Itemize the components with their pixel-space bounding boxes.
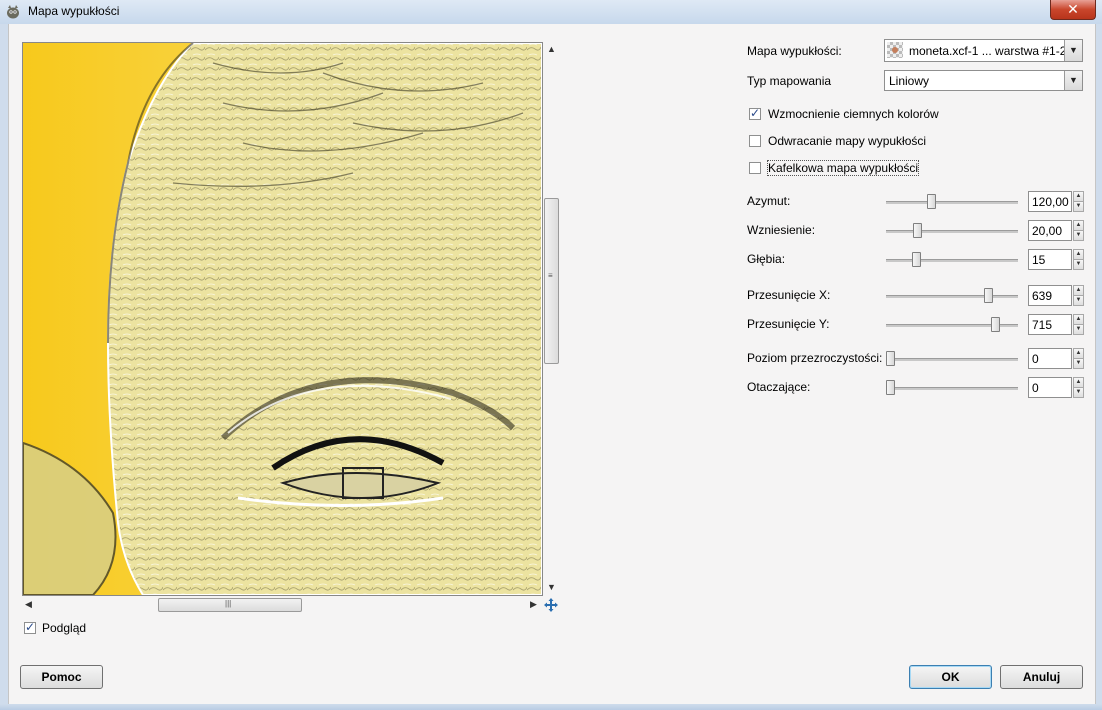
waterlevel-slider-handle[interactable]	[886, 351, 895, 366]
offset-y-label: Przesunięcie Y:	[747, 317, 830, 331]
ambient-slider[interactable]	[886, 387, 1018, 390]
close-button[interactable]: ✕	[1050, 0, 1096, 20]
depth-spin-buttons[interactable]: ▲ ▼	[1073, 249, 1084, 270]
invert-bumpmap-checkbox[interactable]	[749, 135, 761, 147]
chevron-down-icon[interactable]: ▼	[1064, 71, 1082, 90]
spin-down-icon[interactable]: ▼	[1073, 387, 1084, 398]
spin-down-icon[interactable]: ▼	[1073, 358, 1084, 369]
tile-bumpmap-checkbox[interactable]	[749, 162, 761, 174]
depth-slider-handle[interactable]	[912, 252, 922, 267]
offset-x-slider-handle[interactable]	[984, 288, 994, 303]
depth-value: 15	[1032, 253, 1046, 267]
azimuth-value: 120,00	[1032, 195, 1069, 209]
azimuth-slider[interactable]	[886, 201, 1018, 204]
elevation-slider-handle[interactable]	[913, 223, 923, 238]
embossed-face-image	[23, 43, 542, 595]
chevron-down-icon[interactable]: ▼	[1064, 40, 1082, 61]
layer-thumbnail	[887, 42, 903, 58]
ambient-input[interactable]: 0	[1028, 377, 1072, 398]
offset-y-slider-handle[interactable]	[990, 317, 1000, 332]
elevation-slider[interactable]	[886, 230, 1018, 233]
help-button[interactable]: Pomoc	[20, 665, 103, 689]
depth-input[interactable]: 15	[1028, 249, 1072, 270]
waterlevel-spin-buttons[interactable]: ▲ ▼	[1073, 348, 1084, 369]
window-frame-bottom	[0, 704, 1102, 710]
map-type-value: Liniowy	[889, 74, 930, 88]
waterlevel-label: Poziom przezroczystości:	[747, 351, 883, 365]
darken-colors-checkbox[interactable]	[749, 106, 761, 120]
ambient-value: 0	[1032, 381, 1039, 395]
spin-down-icon[interactable]: ▼	[1073, 230, 1084, 241]
bump-map-value: moneta.xcf-1 ... warstwa #1-2	[909, 44, 1067, 58]
waterlevel-input[interactable]: 0	[1028, 348, 1072, 369]
vertical-scroll-thumb[interactable]: ≡	[544, 198, 559, 364]
offset-x-slider[interactable]	[886, 295, 1018, 298]
preview-checkbox-label: Podgląd	[42, 621, 87, 635]
title-bar: Mapa wypukłości ✕	[0, 0, 1102, 25]
cancel-button[interactable]: Anuluj	[1000, 665, 1083, 689]
preview-image[interactable]	[22, 42, 543, 596]
ok-button[interactable]: OK	[909, 665, 992, 689]
elevation-label: Wzniesienie:	[747, 223, 816, 237]
tile-bumpmap-label: Kafelkowa mapa wypukłości	[766, 160, 920, 176]
elevation-input[interactable]: 20,00	[1028, 220, 1072, 241]
spin-down-icon[interactable]: ▼	[1073, 201, 1084, 212]
scroll-down-icon[interactable]: ▼	[547, 582, 556, 592]
azimuth-spin-buttons[interactable]: ▲ ▼	[1073, 191, 1084, 212]
close-icon: ✕	[1067, 1, 1079, 17]
spin-down-icon[interactable]: ▼	[1073, 295, 1084, 306]
window-frame-left	[0, 24, 8, 704]
offset-x-spin-buttons[interactable]: ▲ ▼	[1073, 285, 1084, 306]
map-type-select[interactable]: Liniowy ▼	[884, 70, 1083, 91]
ambient-slider-handle[interactable]	[886, 380, 895, 395]
darken-colors-label: Wzmocnienie ciemnych kolorów	[768, 107, 939, 121]
horizontal-scroll-thumb[interactable]: |||	[158, 598, 302, 612]
preview-checkbox[interactable]	[24, 620, 36, 634]
offset-x-input[interactable]: 639	[1028, 285, 1072, 306]
preview-horizontal-scrollbar[interactable]: ◀ ||| ▶	[22, 597, 541, 613]
azimuth-input[interactable]: 120,00	[1028, 191, 1072, 212]
spin-down-icon[interactable]: ▼	[1073, 324, 1084, 335]
scroll-up-icon[interactable]: ▲	[547, 44, 556, 54]
map-type-label: Typ mapowania	[747, 74, 832, 88]
preview-vertical-scrollbar[interactable]: ▲ ≡ ▼	[543, 42, 559, 594]
spin-down-icon[interactable]: ▼	[1073, 259, 1084, 270]
grip-icon: ≡	[548, 271, 553, 280]
ambient-spin-buttons[interactable]: ▲ ▼	[1073, 377, 1084, 398]
elevation-spin-buttons[interactable]: ▲ ▼	[1073, 220, 1084, 241]
bump-map-select[interactable]: moneta.xcf-1 ... warstwa #1-2 ▼	[884, 39, 1083, 62]
offset-y-spin-buttons[interactable]: ▲ ▼	[1073, 314, 1084, 335]
offset-y-value: 715	[1032, 318, 1053, 332]
offset-x-value: 639	[1032, 289, 1053, 303]
azimuth-slider-handle[interactable]	[926, 194, 936, 209]
waterlevel-value: 0	[1032, 352, 1039, 366]
elevation-value: 20,00	[1032, 224, 1063, 238]
waterlevel-slider[interactable]	[886, 358, 1018, 361]
azimuth-label: Azymut:	[747, 194, 791, 208]
scroll-right-icon[interactable]: ▶	[530, 599, 537, 610]
gimp-icon	[7, 5, 19, 19]
offset-y-input[interactable]: 715	[1028, 314, 1072, 335]
depth-slider[interactable]	[886, 259, 1018, 262]
navigate-icon[interactable]	[544, 598, 558, 612]
bump-map-label: Mapa wypukłości:	[747, 44, 842, 58]
ambient-label: Otaczające:	[747, 380, 811, 394]
scroll-left-icon[interactable]: ◀	[25, 599, 32, 610]
depth-label: Głębia:	[747, 252, 786, 266]
grip-icon: |||	[225, 599, 232, 608]
offset-x-label: Przesunięcie X:	[747, 288, 831, 302]
invert-bumpmap-label: Odwracanie mapy wypukłości	[768, 134, 927, 148]
window-title: Mapa wypukłości	[28, 4, 120, 18]
